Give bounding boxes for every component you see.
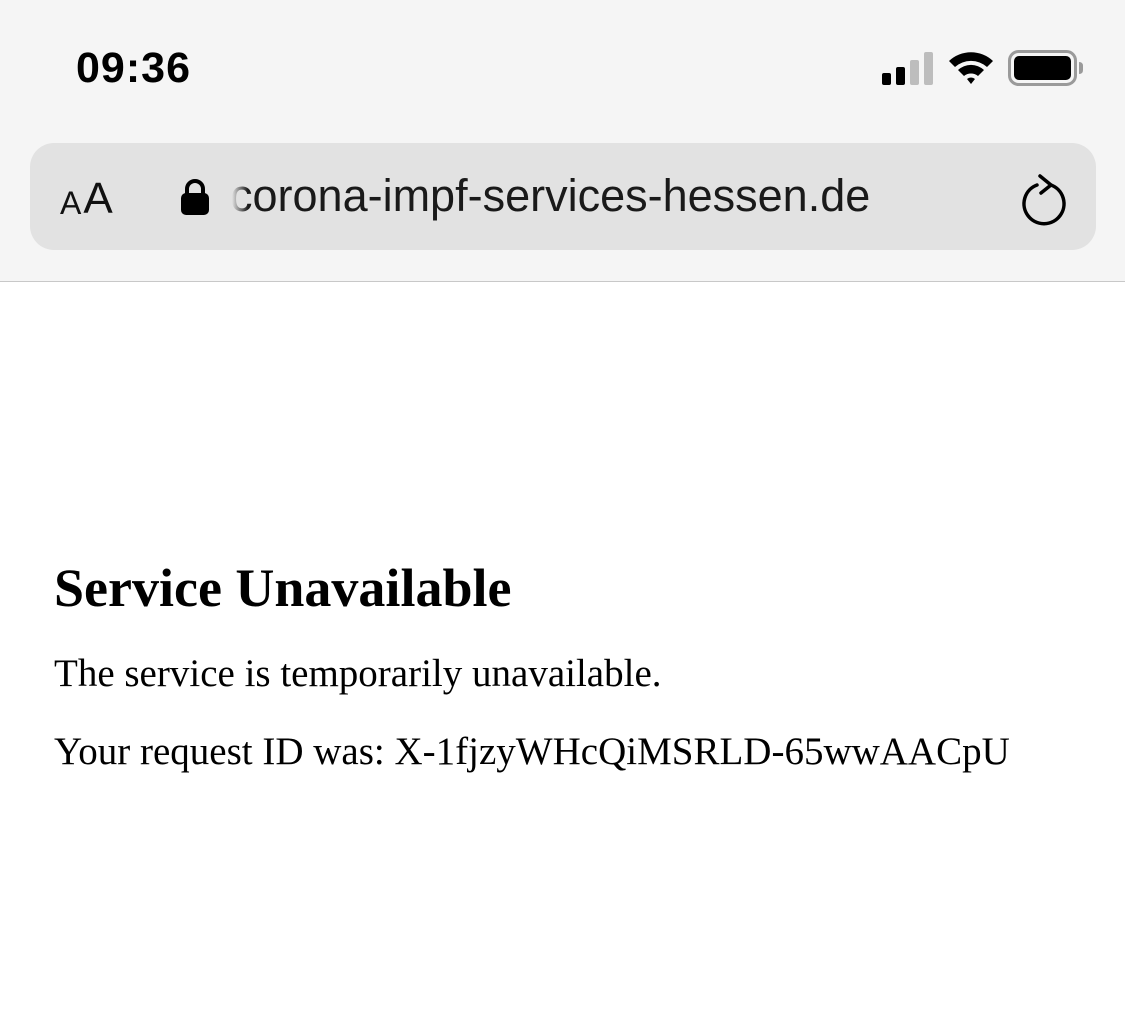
lock-icon [181, 179, 209, 215]
url-text[interactable]: corona-impf-services-hessen.de [230, 165, 970, 227]
reader-small-a: A [60, 185, 82, 221]
cellular-signal-icon [882, 52, 933, 85]
phone-screen: 09:36 A A corona-impf-services-hessen.de… [0, 0, 1125, 1013]
browser-chrome: 09:36 A A corona-impf-services-hessen.de [0, 0, 1125, 282]
request-id-line: Your request ID was: X-1fjzyWHcQiMSRLD-6… [54, 726, 1104, 778]
address-bar[interactable]: A A corona-impf-services-hessen.de [30, 143, 1096, 250]
page-title: Service Unavailable [54, 558, 512, 618]
request-id-label: Your request ID was: [54, 730, 385, 773]
battery-icon [1008, 50, 1083, 86]
reader-mode-button[interactable]: A A [60, 171, 113, 223]
status-time: 09:36 [76, 44, 191, 92]
reader-large-a: A [83, 174, 113, 223]
error-message: The service is temporarily unavailable. [54, 652, 662, 695]
page-content: Service Unavailable The service is tempo… [54, 540, 1104, 778]
request-id-value: X-1fjzyWHcQiMSRLD-65wwAACpU [394, 730, 1010, 773]
reload-icon[interactable] [1020, 173, 1068, 227]
wifi-icon [949, 52, 993, 84]
